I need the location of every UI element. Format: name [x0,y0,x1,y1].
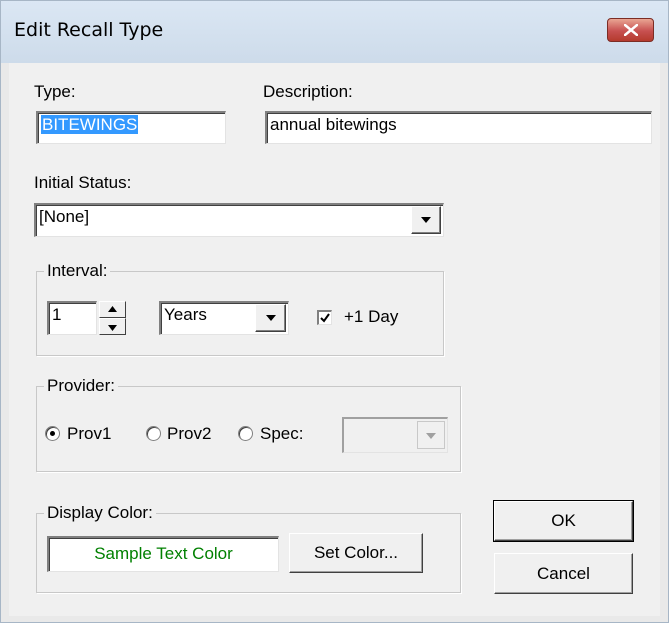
edit-recall-type-dialog: Edit Recall Type Type: BITEWINGS Descrip… [0,0,669,623]
display-color-legend: Display Color: [44,503,156,523]
set-color-button[interactable]: Set Color... [289,533,423,573]
chevron-down-icon [426,433,436,439]
checkmark-icon [320,313,330,323]
interval-legend: Interval: [44,261,111,281]
sample-text-color-value: Sample Text Color [94,544,233,563]
initial-status-label: Initial Status: [34,173,132,192]
close-icon [624,24,638,36]
close-button[interactable] [607,18,654,42]
interval-unit-dropdown-button[interactable] [255,304,286,332]
arrow-down-icon [108,325,117,331]
dialog-title: Edit Recall Type [14,19,164,41]
title-bar[interactable]: Edit Recall Type [1,1,668,63]
plus-one-day-checkbox[interactable] [317,310,332,325]
sample-text-color-box: Sample Text Color [47,536,279,572]
provider-radio-prov1[interactable] [45,426,60,441]
description-value: annual bitewings [270,115,397,134]
ok-button[interactable]: OK [493,500,634,542]
ok-label: OK [551,511,576,530]
set-color-label: Set Color... [313,543,399,562]
type-value: BITEWINGS [41,115,139,134]
dialog-body: Type: BITEWINGS Description: annual bite… [9,63,660,616]
provider-prov1-label: Prov1 [67,424,112,443]
provider-spec-label: Spec: [260,424,304,443]
spec-dropdown-button[interactable] [417,421,445,449]
initial-status-value: [None] [39,207,90,226]
cancel-label: Cancel [537,564,590,583]
type-label: Type: [34,82,76,101]
chevron-down-icon [266,315,276,321]
plus-one-day-label: +1 Day [344,307,399,326]
description-input[interactable]: annual bitewings [265,111,652,144]
interval-unit-value: Years [164,305,207,324]
chevron-down-icon [421,217,431,223]
provider-radio-prov2[interactable] [146,426,161,441]
interval-count-value: 1 [52,305,62,324]
radio-selected-dot [50,431,55,436]
interval-spin-down[interactable] [99,318,126,335]
spec-dropdown[interactable] [342,417,448,453]
description-label: Description: [263,82,353,101]
provider-radio-spec[interactable] [238,426,253,441]
provider-legend: Provider: [44,376,119,396]
type-input[interactable]: BITEWINGS [36,111,226,144]
cancel-button[interactable]: Cancel [494,553,633,594]
initial-status-dropdown[interactable]: [None] [34,203,444,237]
provider-prov2-label: Prov2 [167,424,212,443]
interval-spin-up[interactable] [99,301,126,318]
interval-count-input[interactable]: 1 [47,301,97,335]
initial-status-dropdown-button[interactable] [411,206,441,234]
arrow-up-icon [108,306,117,312]
